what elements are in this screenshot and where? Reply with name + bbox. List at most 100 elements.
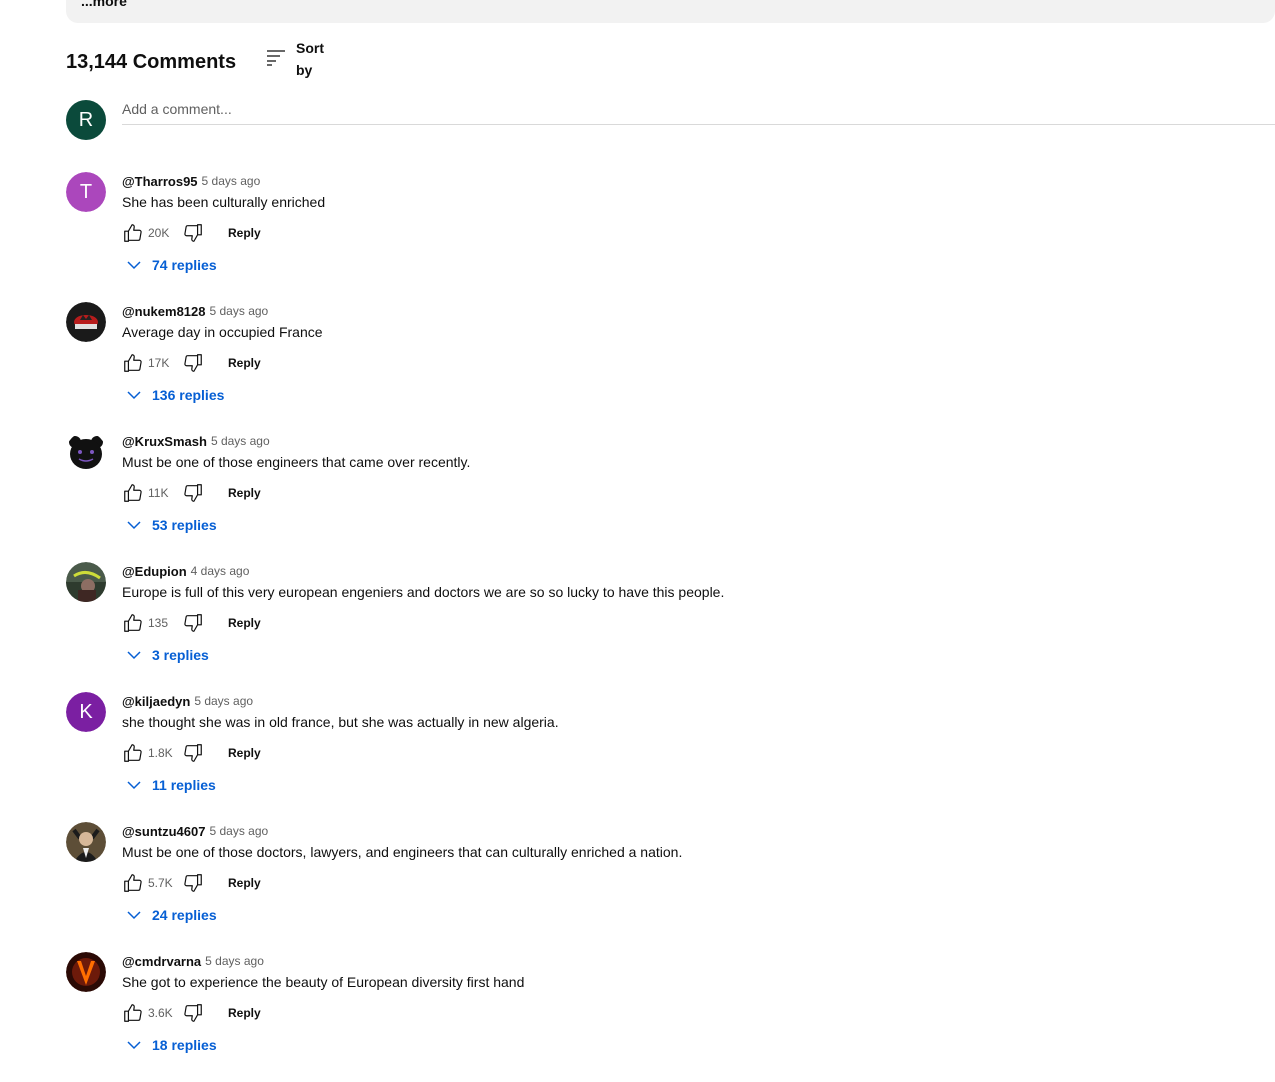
dislike-icon[interactable] bbox=[182, 222, 204, 244]
comment-thread: @Edupion 4 days ago Europe is full of this… bbox=[66, 562, 1275, 692]
commenter-avatar[interactable] bbox=[66, 432, 106, 472]
commenter-avatar[interactable] bbox=[66, 562, 106, 602]
comment-author[interactable]: @Tharros95 bbox=[122, 174, 198, 189]
reply-button[interactable]: Reply bbox=[228, 746, 261, 760]
comment-actions: 1.8K Reply bbox=[122, 742, 1275, 764]
comment-count: 13,144 Comments bbox=[66, 51, 237, 73]
dislike-icon[interactable] bbox=[182, 872, 204, 894]
like-icon[interactable] bbox=[122, 872, 144, 894]
commenter-avatar[interactable]: K bbox=[66, 692, 106, 732]
add-comment-input[interactable]: Add a comment... bbox=[122, 100, 1275, 125]
avatar-letter-text: T bbox=[79, 180, 93, 203]
commenter-avatar[interactable] bbox=[66, 302, 106, 342]
reply-button[interactable]: Reply bbox=[228, 486, 261, 500]
comment-meta: @suntzu4607 5 days ago bbox=[122, 822, 1275, 840]
comment-body: @KruxSmash 5 days ago Must be one of those… bbox=[122, 432, 1275, 536]
comment-thread: @KruxSmash 5 days ago Must be one of those… bbox=[66, 432, 1275, 562]
comment-thread: T @Tharros95 5 days ago She has been cultur… bbox=[66, 172, 1275, 302]
comment-author[interactable]: @suntzu4607 bbox=[122, 824, 205, 839]
sort-by-button[interactable]: Sort by bbox=[264, 40, 324, 78]
like-count: 5.7K bbox=[148, 876, 173, 890]
comment-timestamp[interactable]: 5 days ago bbox=[194, 694, 253, 708]
commenter-avatar-letter: K bbox=[66, 692, 106, 732]
comment-text: Must be one of those engineers that came… bbox=[122, 454, 471, 470]
chevron-down-icon bbox=[126, 777, 152, 793]
comment-actions: 17K Reply bbox=[122, 352, 1275, 374]
reply-button[interactable]: Reply bbox=[228, 356, 261, 370]
commenter-avatar[interactable] bbox=[66, 952, 106, 992]
like-count: 3.6K bbox=[148, 1006, 173, 1020]
comment-body: @cmdrvarna 5 days ago She got to experienc… bbox=[122, 952, 1275, 1056]
commenter-avatar-letter: T bbox=[66, 172, 106, 212]
comment-text: Must be one of those doctors, lawyers, a… bbox=[122, 844, 683, 860]
comment-author[interactable]: @kiljaedyn bbox=[122, 694, 190, 709]
like-count: 1.8K bbox=[148, 746, 173, 760]
user-avatar: R bbox=[66, 100, 106, 140]
replies-count: 18 replies bbox=[152, 1037, 217, 1053]
comment-meta: @cmdrvarna 5 days ago bbox=[122, 952, 1275, 970]
comment-text: She has been culturally enriched bbox=[122, 194, 326, 210]
view-replies-button[interactable]: 53 replies bbox=[126, 514, 1275, 536]
replies-count: 136 replies bbox=[152, 387, 225, 403]
comment-meta: @kiljaedyn 5 days ago bbox=[122, 692, 1275, 710]
dislike-icon[interactable] bbox=[182, 352, 204, 374]
like-count: 135 bbox=[148, 616, 169, 630]
replies-count: 24 replies bbox=[152, 907, 217, 923]
like-count: 17K bbox=[148, 356, 170, 370]
dislike-icon[interactable] bbox=[182, 742, 204, 764]
comment-author[interactable]: @KruxSmash bbox=[122, 434, 207, 449]
like-icon[interactable] bbox=[122, 742, 144, 764]
comment-author[interactable]: @Edupion bbox=[122, 564, 187, 579]
comment-actions: 11K Reply bbox=[122, 482, 1275, 504]
view-replies-button[interactable]: 136 replies bbox=[126, 384, 1275, 406]
chevron-down-icon bbox=[126, 387, 152, 403]
reply-button[interactable]: Reply bbox=[228, 876, 261, 890]
like-icon[interactable] bbox=[122, 222, 144, 244]
comment-timestamp[interactable]: 5 days ago bbox=[202, 174, 261, 188]
chevron-down-icon bbox=[126, 517, 152, 533]
view-replies-button[interactable]: 11 replies bbox=[126, 774, 1275, 796]
comment-timestamp[interactable]: 4 days ago bbox=[191, 564, 250, 578]
comment-text: she thought she was in old france, but s… bbox=[122, 714, 559, 730]
comment-text: Europe is full of this very european eng… bbox=[122, 584, 725, 600]
view-replies-button[interactable]: 74 replies bbox=[126, 254, 1275, 276]
comment-actions: 20K Reply bbox=[122, 222, 1275, 244]
like-icon[interactable] bbox=[122, 482, 144, 504]
view-replies-button[interactable]: 18 replies bbox=[126, 1034, 1275, 1056]
chevron-down-icon bbox=[126, 1037, 152, 1053]
dislike-icon[interactable] bbox=[182, 482, 204, 504]
show-more-link[interactable]: ...more bbox=[81, 0, 127, 8]
add-comment-row: R Add a comment... bbox=[66, 100, 1275, 140]
comment-meta: @Edupion 4 days ago bbox=[122, 562, 1275, 580]
commenter-avatar[interactable]: T bbox=[66, 172, 106, 212]
comment-timestamp[interactable]: 5 days ago bbox=[205, 954, 264, 968]
reply-button[interactable]: Reply bbox=[228, 1006, 261, 1020]
reply-button[interactable]: Reply bbox=[228, 616, 261, 630]
like-icon[interactable] bbox=[122, 1002, 144, 1024]
replies-count: 53 replies bbox=[152, 517, 217, 533]
view-replies-button[interactable]: 24 replies bbox=[126, 904, 1275, 926]
description-box[interactable]: ...more bbox=[66, 0, 1275, 23]
chevron-down-icon bbox=[126, 907, 152, 923]
commenter-avatar[interactable] bbox=[66, 822, 106, 862]
comment-body: @kiljaedyn 5 days ago she thought she was … bbox=[122, 692, 1275, 796]
sort-icon bbox=[264, 45, 288, 74]
chevron-down-icon bbox=[126, 257, 152, 273]
comment-author[interactable]: @nukem8128 bbox=[122, 304, 206, 319]
replies-count: 11 replies bbox=[152, 777, 216, 793]
comment-timestamp[interactable]: 5 days ago bbox=[211, 434, 270, 448]
comment-thread: @suntzu4607 5 days ago Must be one of thos… bbox=[66, 822, 1275, 952]
comment-timestamp[interactable]: 5 days ago bbox=[210, 304, 269, 318]
view-replies-button[interactable]: 3 replies bbox=[126, 644, 1275, 666]
comment-thread: K @kiljaedyn 5 days ago she thought she was… bbox=[66, 692, 1275, 822]
reply-button[interactable]: Reply bbox=[228, 226, 261, 240]
comment-author[interactable]: @cmdrvarna bbox=[122, 954, 201, 969]
sort-by-label: Sort by bbox=[296, 40, 324, 78]
like-icon[interactable] bbox=[122, 352, 144, 374]
comment-actions: 5.7K Reply bbox=[122, 872, 1275, 894]
like-icon[interactable] bbox=[122, 612, 144, 634]
comment-timestamp[interactable]: 5 days ago bbox=[209, 824, 268, 838]
dislike-icon[interactable] bbox=[182, 612, 204, 634]
user-avatar-letter: R bbox=[78, 108, 94, 131]
dislike-icon[interactable] bbox=[182, 1002, 204, 1024]
